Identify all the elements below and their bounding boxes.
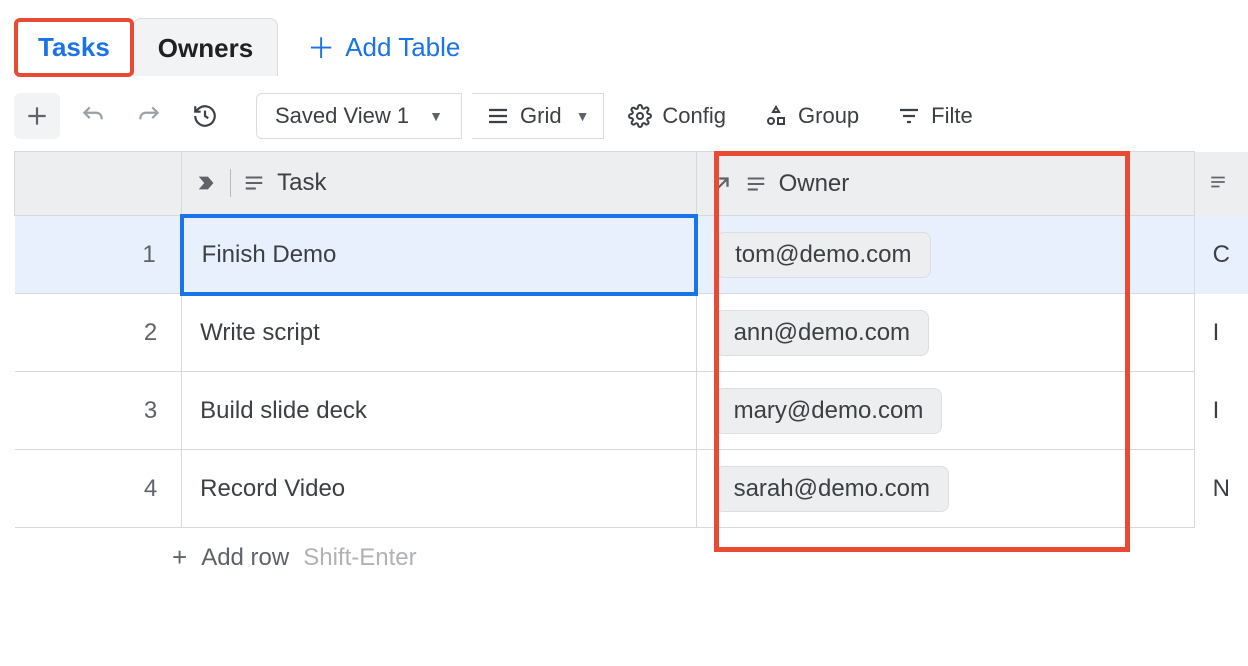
task-cell[interactable]: Build slide deck: [182, 372, 696, 450]
owner-cell[interactable]: sarah@demo.com: [696, 450, 1194, 528]
owner-cell[interactable]: tom@demo.com: [696, 216, 1194, 294]
table-row[interactable]: 4 Record Video sarah@demo.com N: [15, 450, 1248, 528]
text-lines-icon: [745, 173, 767, 195]
chevron-down-icon: ▼: [429, 108, 443, 124]
row-number: 4: [15, 450, 182, 528]
tab-tasks[interactable]: Tasks: [14, 18, 134, 77]
add-row-button[interactable]: + Add row Shift-Enter: [14, 528, 1248, 573]
history-button[interactable]: [182, 93, 228, 139]
row-number: 3: [15, 372, 182, 450]
header-task[interactable]: Task: [182, 152, 696, 216]
plus-icon: +: [172, 542, 187, 573]
task-cell[interactable]: Write script: [182, 294, 696, 372]
filter-label: Filte: [931, 103, 973, 129]
add-table-button[interactable]: ＋ Add Table: [307, 27, 460, 67]
table-row[interactable]: 3 Build slide deck mary@demo.com I: [15, 372, 1248, 450]
header-extra: [1194, 152, 1248, 216]
saved-view-selector[interactable]: Saved View 1 ▼: [256, 93, 462, 139]
owner-chip[interactable]: sarah@demo.com: [715, 466, 949, 512]
extra-cell: I: [1194, 294, 1248, 372]
filter-button[interactable]: Filte: [883, 93, 987, 139]
row-number: 1: [15, 216, 182, 294]
extra-cell: C: [1194, 216, 1248, 294]
text-lines-icon: [243, 172, 265, 194]
undo-button[interactable]: [70, 93, 116, 139]
group-label: Group: [798, 103, 859, 129]
view-mode-grid[interactable]: Grid ▼: [472, 93, 604, 139]
header-owner[interactable]: Owner: [696, 152, 1194, 216]
owner-chip[interactable]: tom@demo.com: [716, 232, 930, 278]
text-lines-icon: [1209, 173, 1227, 191]
extra-cell: N: [1194, 450, 1248, 528]
owner-cell[interactable]: mary@demo.com: [696, 372, 1194, 450]
add-row-hint: Shift-Enter: [303, 544, 416, 572]
tab-owners[interactable]: Owners: [133, 18, 278, 76]
extra-cell: I: [1194, 372, 1248, 450]
group-button[interactable]: Group: [750, 93, 873, 139]
task-cell[interactable]: Finish Demo: [182, 216, 696, 294]
add-button[interactable]: [14, 93, 60, 139]
table-row[interactable]: 1 Finish Demo tom@demo.com C: [15, 216, 1248, 294]
config-button[interactable]: Config: [614, 93, 740, 139]
grid-label: Grid: [520, 103, 562, 129]
task-header-label: Task: [277, 169, 326, 197]
saved-view-label: Saved View 1: [275, 103, 409, 129]
table-row[interactable]: 2 Write script ann@demo.com I: [15, 294, 1248, 372]
owner-cell[interactable]: ann@demo.com: [696, 294, 1194, 372]
header-rownum: [15, 152, 182, 216]
owner-chip[interactable]: mary@demo.com: [715, 388, 943, 434]
redo-button[interactable]: [126, 93, 172, 139]
config-label: Config: [662, 103, 726, 129]
arrow-out-icon: [711, 173, 733, 195]
add-table-label: Add Table: [345, 32, 460, 63]
divider: [230, 169, 231, 197]
add-row-label: Add row: [201, 544, 289, 572]
owner-header-label: Owner: [779, 170, 850, 198]
task-cell[interactable]: Record Video: [182, 450, 696, 528]
plus-icon: ＋: [307, 27, 335, 67]
row-number: 2: [15, 294, 182, 372]
chevron-down-icon: ▼: [576, 108, 590, 124]
tag-icon: [196, 172, 218, 194]
owner-chip[interactable]: ann@demo.com: [715, 310, 929, 356]
